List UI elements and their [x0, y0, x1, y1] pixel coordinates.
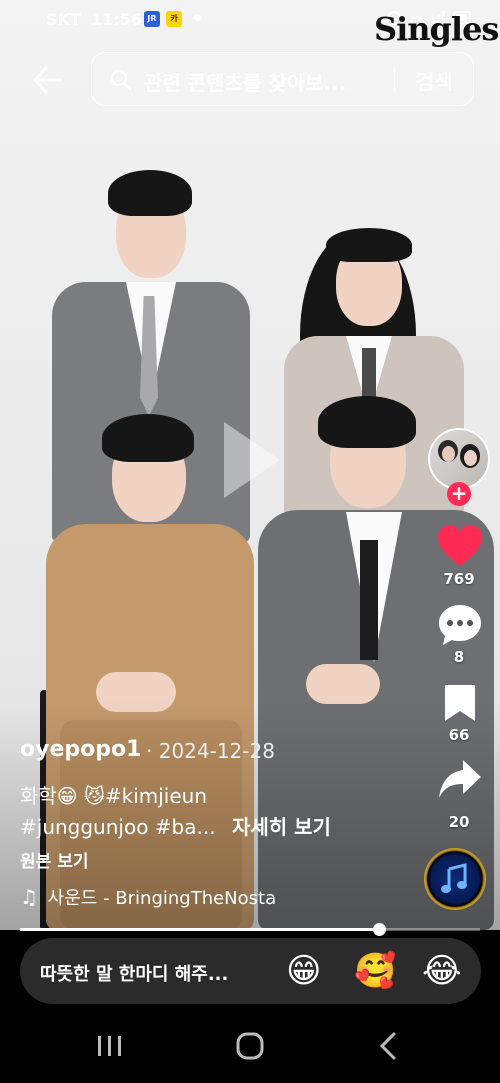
more-notifications-dot: [194, 14, 201, 21]
video-progress-thumb[interactable]: [373, 923, 386, 936]
see-more-link[interactable]: 자세히 보기: [232, 815, 331, 839]
comment-count: 8: [453, 648, 465, 666]
save-count: 66: [448, 726, 470, 744]
caption-hashtags[interactable]: #junggunjoo #ba...: [20, 815, 216, 839]
bookmark-icon[interactable]: [443, 683, 477, 723]
like-count: 769: [443, 570, 475, 588]
music-note-small-icon: ♫: [20, 885, 38, 909]
sound-label: 사운드 - BringingTheNosta: [47, 888, 277, 909]
view-original-link[interactable]: 원본 보기: [20, 847, 88, 872]
caption-line-1: 화학😁 😼#kimjieun: [20, 784, 208, 808]
sound-link[interactable]: ♫ 사운드 - BringingTheNosta: [20, 884, 276, 910]
heart-icon[interactable]: [436, 524, 484, 568]
system-nav-bar: [0, 1008, 500, 1083]
music-disc-button[interactable]: [424, 848, 486, 910]
search-input[interactable]: 관련 콘텐츠를 찾아보...: [144, 67, 346, 96]
emoji-laugh-button[interactable]: 😂: [422, 952, 462, 990]
arrow-left-icon: [33, 66, 63, 94]
search-button[interactable]: 검색: [416, 66, 453, 95]
comment-bar[interactable]: 따뜻한 말 한마디 해주... 😁 🥰 😂: [20, 938, 481, 1004]
recent-apps-icon[interactable]: [90, 1030, 130, 1062]
status-bar: SKT 11:56 JR 카 Singles: [0, 0, 500, 48]
notification-badge-jr: JR: [144, 11, 160, 27]
caption-line-2: #junggunjoo #ba... 자세히 보기: [20, 811, 331, 840]
emoji-grin-button[interactable]: 😁: [286, 952, 321, 990]
play-icon[interactable]: [218, 418, 284, 502]
emoji-hearts-button[interactable]: 🥰: [354, 952, 396, 990]
video-progress-fill: [20, 928, 379, 931]
back-button[interactable]: [30, 62, 66, 98]
follow-button[interactable]: +: [447, 482, 471, 506]
singles-watermark: Singles: [374, 10, 499, 48]
home-icon[interactable]: [230, 1030, 270, 1062]
status-time: 11:56: [91, 10, 142, 29]
video-progress-bar[interactable]: [20, 923, 480, 936]
share-icon[interactable]: [437, 758, 483, 800]
carrier-label: SKT: [46, 10, 81, 29]
post-date: · 2024-12-28: [146, 739, 275, 763]
search-bar[interactable]: 관련 콘텐츠를 찾아보... 검색: [91, 52, 474, 106]
back-nav-icon[interactable]: [370, 1030, 410, 1062]
music-note-icon: [441, 863, 467, 893]
comment-icon[interactable]: [437, 603, 483, 647]
share-count: 20: [448, 813, 470, 831]
search-icon: [110, 69, 132, 91]
comment-input[interactable]: 따뜻한 말 한마디 해주...: [40, 960, 228, 986]
notification-badge-kakao: 카: [166, 11, 182, 27]
search-divider: [394, 68, 395, 92]
creator-username[interactable]: oyepopo1: [20, 737, 141, 762]
